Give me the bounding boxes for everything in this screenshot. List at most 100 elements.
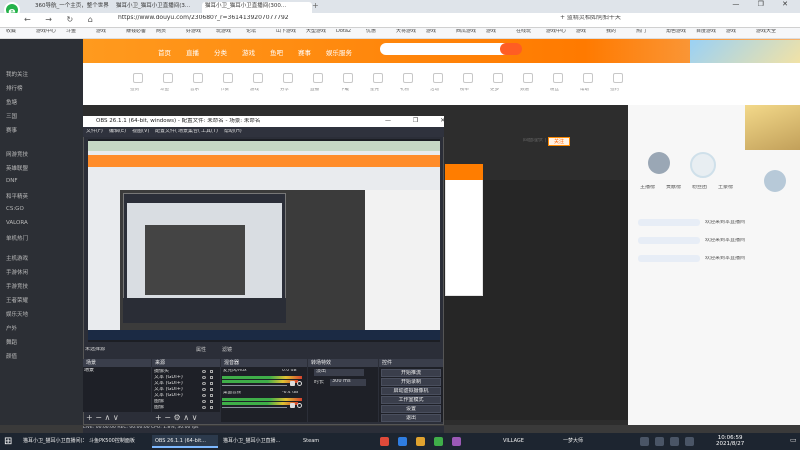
feature-icon[interactable]: [433, 73, 443, 83]
obs-window-controls[interactable]: — ❐ ✕: [385, 117, 455, 124]
bookmark-link[interactable]: 游戏: [426, 29, 455, 35]
tray-icon[interactable]: [685, 437, 694, 446]
bookmark-link[interactable]: 好游戏: [186, 29, 215, 35]
bookmark-link[interactable]: 游戏: [576, 29, 605, 35]
gift-banner-image[interactable]: [745, 105, 800, 150]
bookmark-link[interactable]: 网页: [156, 29, 185, 35]
bookmark-link[interactable]: 山下游戏: [276, 29, 305, 35]
sidebar-item[interactable]: 和平精英: [6, 192, 28, 200]
bookmark-link[interactable]: 玩游戏: [216, 29, 245, 35]
pinned-app-icon[interactable]: [452, 437, 461, 446]
obs-menu-item[interactable]: 场景集合(S): [178, 129, 200, 135]
follow-button[interactable]: 关注: [548, 137, 570, 146]
lock-icon[interactable]: [210, 394, 213, 397]
pinned-app-icon[interactable]: [416, 437, 425, 446]
bookmark-link[interactable]: 赚钱必备: [126, 29, 155, 35]
source-item[interactable]: 文本 (GDI+): [154, 387, 199, 393]
new-tab-button[interactable]: +: [312, 1, 322, 10]
feature-icon[interactable]: [463, 73, 473, 83]
tray-icon[interactable]: [670, 437, 679, 446]
sidebar-item[interactable]: 王者荣耀: [6, 296, 28, 304]
header-nav-item[interactable]: 直播: [186, 47, 199, 57]
feature-icon[interactable]: [553, 73, 563, 83]
sidebar-item[interactable]: 颜值: [6, 352, 17, 360]
eye-icon[interactable]: [202, 382, 206, 385]
panel-tab[interactable]: 主播榜: [640, 185, 664, 191]
sidebar-item[interactable]: 娱乐天地: [6, 310, 28, 318]
sidebar-item[interactable]: VALORA: [6, 220, 28, 226]
bookmark-link[interactable]: 收藏: [6, 29, 35, 35]
nav-buttons[interactable]: ← → ↻ ⌂: [24, 15, 114, 24]
mute-icon[interactable]: [290, 381, 295, 386]
bookmark-link[interactable]: 在线玩: [516, 29, 545, 35]
feature-icon[interactable]: [253, 73, 263, 83]
sidebar-item[interactable]: 鱼塘: [6, 98, 17, 106]
sidebar-item[interactable]: 户外: [6, 324, 17, 332]
taskbar-app[interactable]: Steam: [300, 435, 340, 448]
feature-icon[interactable]: [133, 73, 143, 83]
notification-icon[interactable]: ▭: [790, 436, 797, 444]
obs-menu-item[interactable]: 工具(T): [201, 129, 223, 135]
sources-dock-toolbar[interactable]: + − ⚙ ∧ ∨: [155, 413, 197, 422]
rank-avatar[interactable]: [690, 152, 716, 178]
bookmark-link[interactable]: 游戏中心: [546, 29, 575, 35]
panel-tab[interactable]: 粉丝团: [692, 185, 716, 191]
window-controls[interactable]: — ❐ ✕: [710, 0, 800, 12]
source-item[interactable]: 文本 (GDI+): [154, 381, 199, 387]
bookmark-link[interactable]: 游戏: [96, 29, 125, 35]
control-button[interactable]: 启动虚拟摄像机: [381, 387, 441, 395]
sidebar-item[interactable]: 赛事: [6, 126, 17, 134]
obs-menu-item[interactable]: 文件(F): [86, 129, 108, 135]
feature-icon[interactable]: [373, 73, 383, 83]
search-input[interactable]: [380, 43, 510, 55]
bookmark-link[interactable]: 角色游戏: [666, 29, 695, 35]
filters-button[interactable]: 滤镜: [222, 346, 232, 353]
feature-icon[interactable]: [403, 73, 413, 83]
mute-icon[interactable]: [290, 403, 295, 408]
panel-tab[interactable]: 土豪榜: [718, 185, 742, 191]
bookmark-link[interactable]: 论坛: [246, 29, 275, 35]
lock-icon[interactable]: [210, 376, 213, 379]
control-button[interactable]: 设置: [381, 405, 441, 413]
gear-icon[interactable]: [297, 381, 302, 386]
source-item[interactable]: 文本 (GDI+): [154, 393, 199, 399]
taskbar-app[interactable]: OBS 26.1.1 (64-bit...: [152, 435, 218, 448]
sidebar-item[interactable]: 单机热门: [6, 234, 28, 242]
sidebar-item[interactable]: 排行榜: [6, 84, 23, 92]
control-button[interactable]: 开始推流: [381, 369, 441, 377]
lock-icon[interactable]: [210, 400, 213, 403]
sidebar-item[interactable]: 英雄联盟: [6, 164, 28, 172]
address-suggestion[interactable]: + 蓝精灵相如何拍十天: [560, 15, 780, 22]
feature-icon[interactable]: [283, 73, 293, 83]
control-button[interactable]: 退出: [381, 414, 441, 422]
feature-icon[interactable]: [613, 73, 623, 83]
sidebar-item[interactable]: CS:GO: [6, 206, 24, 212]
eye-icon[interactable]: [202, 388, 206, 391]
properties-button[interactable]: 属性: [196, 346, 206, 353]
bookmark-link[interactable]: 西瓜游戏: [456, 29, 485, 35]
sidebar-item[interactable]: 舞蹈: [6, 338, 17, 346]
pinned-app-icon[interactable]: [398, 437, 407, 446]
source-item[interactable]: 文本 (GDI+): [154, 375, 199, 381]
eye-icon[interactable]: [202, 394, 206, 397]
lock-icon[interactable]: [210, 406, 213, 409]
source-item[interactable]: 图像: [154, 405, 199, 411]
volume-slider[interactable]: [222, 385, 287, 386]
feature-icon[interactable]: [313, 73, 323, 83]
feature-icon[interactable]: [223, 73, 233, 83]
header-nav-item[interactable]: 分类: [214, 47, 227, 57]
scene-item[interactable]: 场景: [84, 368, 94, 374]
sidebar-item[interactable]: 网游竞技: [6, 150, 28, 158]
volume-slider[interactable]: [222, 407, 287, 408]
fan-avatar[interactable]: [764, 170, 786, 192]
eye-icon[interactable]: [202, 370, 206, 373]
browser-tab[interactable]: 猫耳小卫_猫耳小卫直播间(3...: [113, 2, 201, 13]
obs-menu-item[interactable]: 配置文件(P): [155, 129, 177, 135]
tray-icon[interactable]: [655, 437, 664, 446]
taskbar-app[interactable]: 猫耳小卫_猫耳小卫直播间(3...: [20, 435, 84, 448]
bookmark-link[interactable]: 大型游戏: [306, 29, 335, 35]
feature-icon[interactable]: [523, 73, 533, 83]
tray-icon[interactable]: [640, 437, 649, 446]
browser-tab-active[interactable]: 猫耳小卫_猫耳小卫直播间(300...: [202, 2, 312, 13]
control-button[interactable]: 开始录制: [381, 378, 441, 386]
